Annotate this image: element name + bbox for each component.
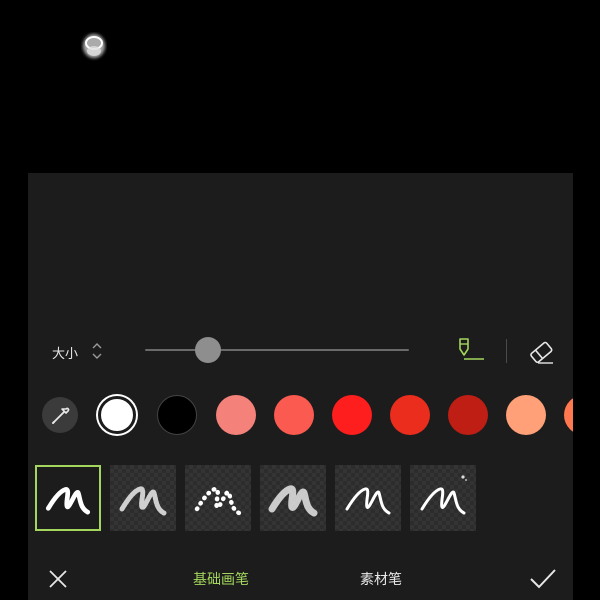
slider-track — [145, 349, 409, 351]
color-swatch[interactable] — [448, 395, 488, 435]
color-swatch-black[interactable] — [157, 395, 197, 435]
color-swatch[interactable] — [274, 395, 314, 435]
eraser-icon[interactable] — [526, 339, 556, 365]
color-swatch[interactable] — [506, 395, 546, 435]
brush-settings-panel: 大小 基础画笔 素材笔 — [28, 173, 573, 600]
color-swatch[interactable] — [216, 395, 256, 435]
size-label: 大小 — [52, 347, 79, 362]
brush-dotted-pen[interactable] — [185, 465, 251, 531]
color-swatch-white[interactable] — [98, 396, 136, 434]
drawing-canvas[interactable]: 大小 基础画笔 素材笔 — [0, 0, 600, 600]
slider-thumb[interactable] — [195, 337, 221, 363]
brush-soft-pen[interactable] — [260, 465, 326, 531]
highlighter-icon[interactable] — [454, 337, 486, 365]
close-icon[interactable] — [46, 567, 70, 591]
tab-basic-brush[interactable]: 基础画笔 — [193, 569, 249, 589]
size-slider[interactable] — [145, 337, 409, 363]
eyedropper-icon — [52, 407, 70, 424]
brush-stroke-icon — [345, 487, 391, 515]
brush-solid-pen[interactable] — [35, 465, 101, 531]
tool-divider — [506, 339, 507, 363]
color-swatch[interactable] — [564, 395, 573, 435]
brush-stroke-icon — [119, 486, 167, 516]
brush-stroke-icon — [268, 485, 318, 517]
tab-material-brush[interactable]: 素材笔 — [360, 569, 402, 589]
brush-cursor-icon — [83, 34, 105, 58]
brush-calligraphy-pen[interactable] — [335, 465, 401, 531]
eyedropper-button[interactable] — [42, 397, 78, 433]
brush-neon-pen[interactable] — [410, 465, 476, 531]
check-icon[interactable] — [528, 565, 558, 593]
brush-stroke-icon — [45, 487, 91, 515]
brush-rough-pen[interactable] — [110, 465, 176, 531]
brush-stroke-icon — [194, 486, 242, 516]
color-swatch[interactable] — [332, 395, 372, 435]
brush-stroke-icon — [420, 475, 467, 515]
color-swatch[interactable] — [390, 395, 430, 435]
chevron-up-down-icon[interactable] — [90, 339, 104, 363]
